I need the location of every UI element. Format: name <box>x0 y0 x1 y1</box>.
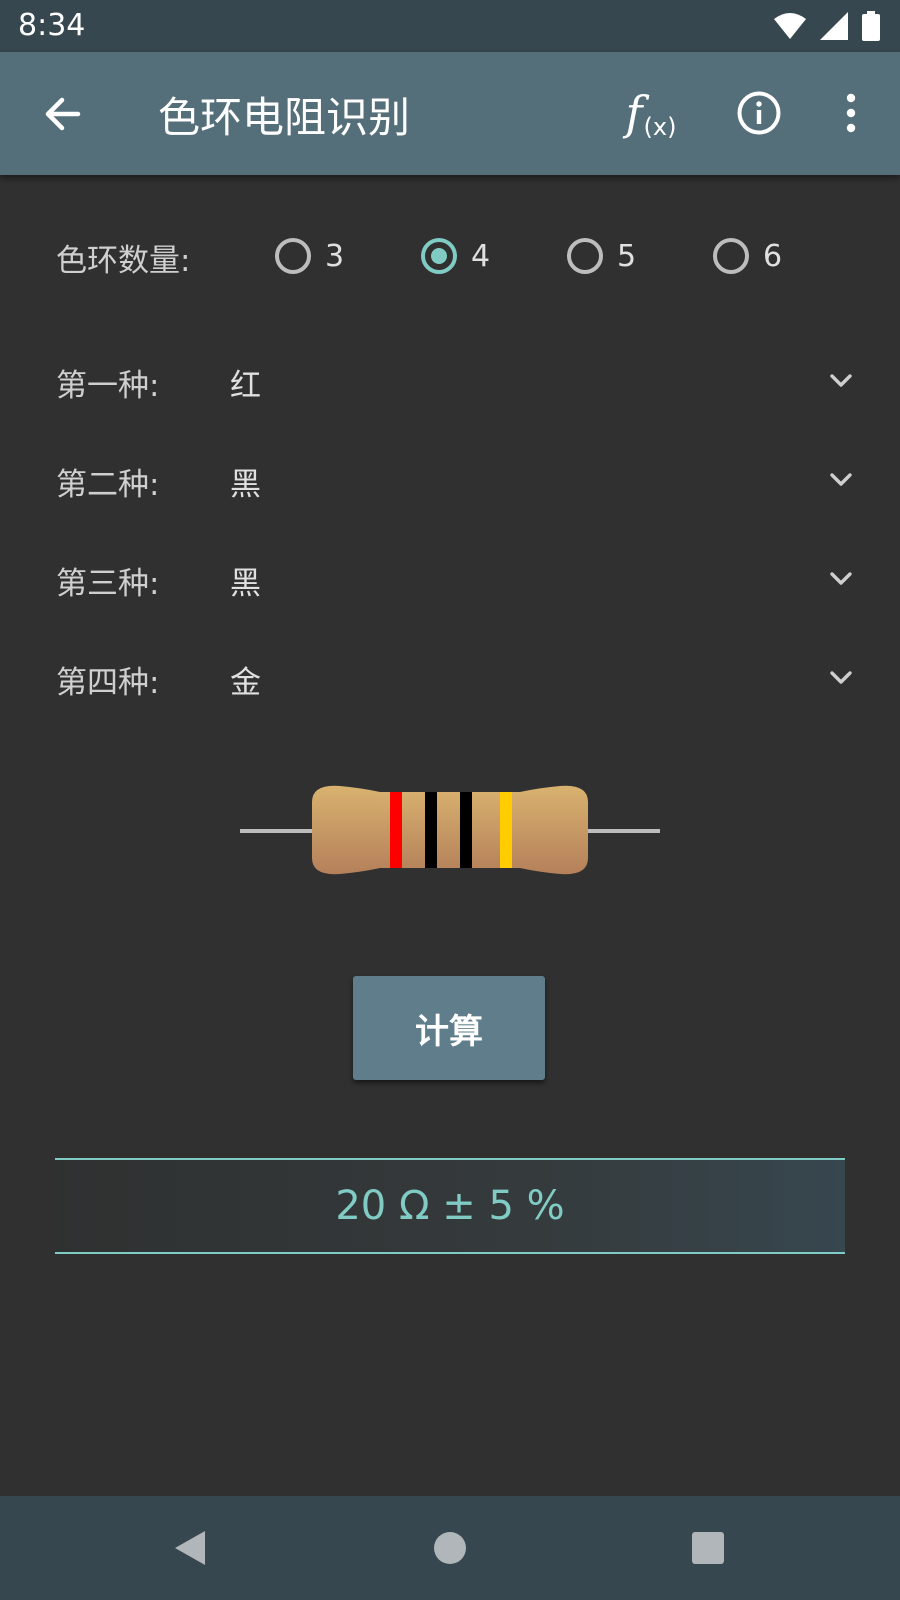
band-count-label: 色环数量: <box>56 243 191 279</box>
status-time: 8:34 <box>18 8 86 43</box>
nav-recents-button[interactable] <box>686 1526 730 1570</box>
band-3-value: 黑 <box>230 566 261 602</box>
cell-signal-icon <box>820 12 848 40</box>
band-2-label: 第二种: <box>56 467 160 503</box>
chevron-down-icon <box>830 473 852 486</box>
page-title: 色环电阻识别 <box>158 93 411 142</box>
radio-unchecked-icon <box>567 238 603 274</box>
radio-option-6[interactable]: 6 <box>713 233 782 279</box>
nav-back-button[interactable] <box>168 1526 212 1570</box>
resistor-body <box>312 785 588 875</box>
band-1-value: 红 <box>230 368 261 404</box>
nav-recents-icon <box>692 1532 724 1564</box>
radio-option-4[interactable]: 4 <box>421 233 490 279</box>
chevron-down-icon <box>830 572 852 585</box>
band-4-value: 金 <box>230 665 261 701</box>
more-vert-icon <box>846 93 856 133</box>
app-bar: 色环电阻识别 f(x) <box>0 52 900 175</box>
nav-home-button[interactable] <box>428 1526 472 1570</box>
band-4-label: 第四种: <box>56 665 160 701</box>
resistor-illustration <box>240 785 660 875</box>
info-icon <box>737 91 781 135</box>
back-button[interactable] <box>30 82 94 146</box>
chevron-down-icon <box>830 671 852 684</box>
band-2-row[interactable]: 第二种: 黑 <box>56 445 856 515</box>
radio-option-label: 4 <box>471 238 491 274</box>
chevron-down-icon <box>830 374 852 387</box>
radio-checked-icon <box>421 238 457 274</box>
calculate-button[interactable]: 计算 <box>353 976 545 1080</box>
nav-back-icon <box>175 1531 205 1565</box>
back-arrow-icon <box>45 97 81 131</box>
color-band-4 <box>500 792 512 868</box>
radio-option-5[interactable]: 5 <box>567 233 636 279</box>
band-3-label: 第三种: <box>56 566 160 602</box>
formula-symbol: f <box>625 86 643 140</box>
radio-unchecked-icon <box>713 238 749 274</box>
color-band-2 <box>425 792 437 868</box>
band-2-value: 黑 <box>230 467 261 503</box>
band-4-row[interactable]: 第四种: 金 <box>56 643 856 713</box>
result-display: 20 Ω ± 5 % <box>55 1158 845 1254</box>
info-button[interactable] <box>726 80 792 146</box>
wifi-icon <box>774 13 806 39</box>
status-bar: 8:34 <box>0 0 900 52</box>
radio-option-3[interactable]: 3 <box>275 233 344 279</box>
formula-icon: f(x) <box>625 86 677 141</box>
band-1-label: 第一种: <box>56 368 160 404</box>
band-3-row[interactable]: 第三种: 黑 <box>56 544 856 614</box>
band-count-row: 色环数量: 3 4 5 6 <box>56 225 856 285</box>
band-1-row[interactable]: 第一种: 红 <box>56 346 856 416</box>
radio-option-label: 3 <box>325 238 345 274</box>
radio-option-label: 6 <box>763 238 783 274</box>
nav-home-icon <box>434 1532 466 1564</box>
radio-unchecked-icon <box>275 238 311 274</box>
status-icons <box>774 10 880 42</box>
color-band-1 <box>390 792 402 868</box>
color-band-3 <box>460 792 472 868</box>
battery-icon <box>862 11 880 41</box>
radio-option-label: 5 <box>617 238 637 274</box>
formula-sub: (x) <box>643 113 677 141</box>
more-options-button[interactable] <box>818 80 884 146</box>
navigation-bar <box>0 1496 900 1600</box>
formula-button[interactable]: f(x) <box>618 80 684 146</box>
